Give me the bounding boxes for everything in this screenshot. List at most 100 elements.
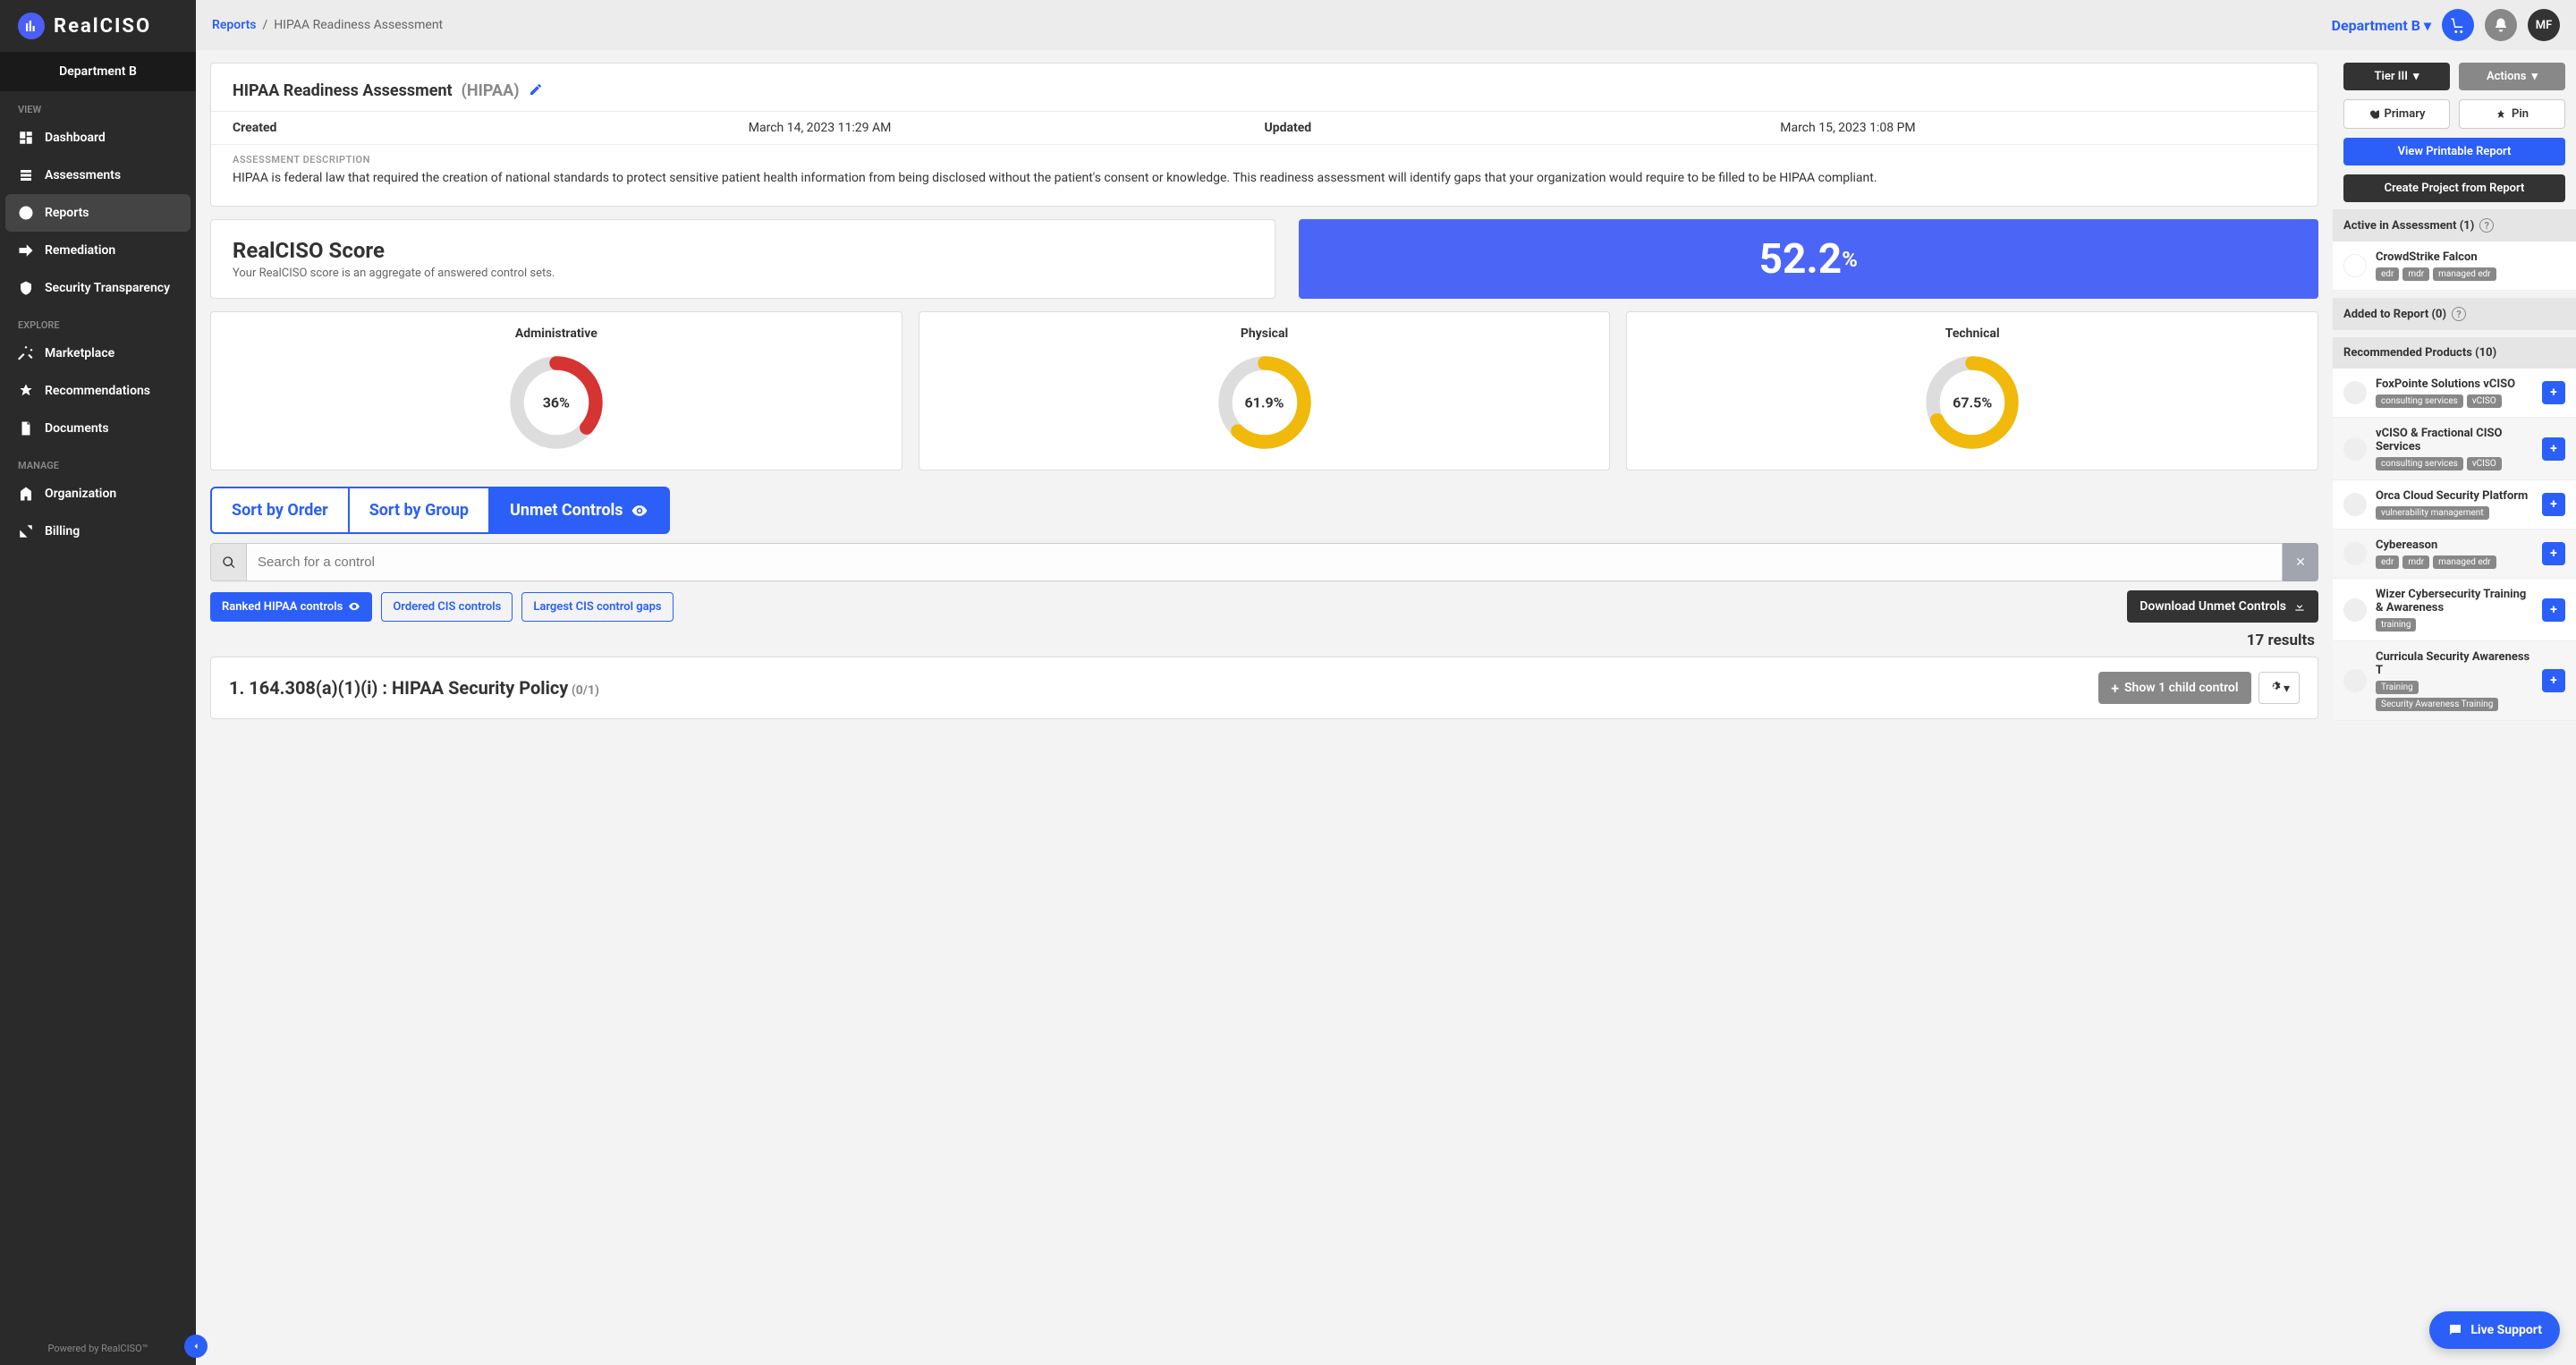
active-product-item[interactable]: CrowdStrike Falcon edrmdrmanaged edr bbox=[2333, 242, 2576, 291]
nav-security-transparency-icon bbox=[18, 280, 34, 296]
nav-remediation[interactable]: Remediation bbox=[0, 232, 196, 269]
tab-unmet-controls[interactable]: Unmet Controls bbox=[490, 487, 669, 534]
product-tag: edr bbox=[2376, 267, 2399, 281]
clear-search-button[interactable]: ✕ bbox=[2283, 543, 2318, 581]
score-title-card: RealCISO Score Your RealCISO score is an… bbox=[210, 219, 1275, 299]
assessment-title: HIPAA Readiness Assessment bbox=[233, 81, 453, 100]
nav-recommendations-icon bbox=[18, 383, 34, 399]
view-printable-button[interactable]: View Printable Report bbox=[2343, 138, 2565, 165]
nav-dashboard-icon bbox=[18, 130, 34, 146]
nav-recommendations[interactable]: Recommendations bbox=[0, 372, 196, 410]
recommended-product-item[interactable]: Wizer Cybersecurity Training & Awareness… bbox=[2333, 579, 2576, 641]
active-in-assessment-header: Active in Assessment (1) ? bbox=[2333, 209, 2576, 242]
product-tag: vulnerability management bbox=[2376, 506, 2489, 520]
nav-organization-icon bbox=[18, 486, 34, 502]
product-name: Orca Cloud Security Platform bbox=[2376, 489, 2533, 503]
cart-button[interactable] bbox=[2442, 9, 2474, 41]
notifications-button[interactable] bbox=[2485, 9, 2517, 41]
product-tag: consulting services bbox=[2376, 457, 2463, 471]
search-input[interactable] bbox=[246, 543, 2283, 581]
help-icon[interactable]: ? bbox=[2452, 307, 2466, 321]
description-label: ASSESSMENT DESCRIPTION bbox=[211, 144, 2318, 169]
content-area: HIPAA Readiness Assessment (HIPAA) Creat… bbox=[196, 50, 2333, 1365]
nav-marketplace-icon bbox=[18, 345, 34, 361]
nav-section-label: MANAGE bbox=[0, 447, 196, 475]
product-tag: Training bbox=[2376, 681, 2419, 694]
nav-dashboard[interactable]: Dashboard bbox=[0, 119, 196, 157]
product-tag: managed edr bbox=[2433, 555, 2496, 569]
score-subtitle: Your RealCISO score is an aggregate of a… bbox=[233, 267, 1253, 280]
add-product-button[interactable]: + bbox=[2542, 437, 2565, 461]
tab-sort-group[interactable]: Sort by Group bbox=[350, 487, 490, 534]
add-product-button[interactable]: + bbox=[2542, 669, 2565, 692]
nav-documents[interactable]: Documents bbox=[0, 410, 196, 447]
donut-card-physical: Physical 61.9% bbox=[919, 311, 1611, 471]
breadcrumb: Reports / HIPAA Readiness Assessment bbox=[212, 18, 443, 32]
actions-dropdown[interactable]: Actions ▾ bbox=[2459, 63, 2565, 90]
product-logo-icon bbox=[2343, 669, 2367, 692]
tier-dropdown[interactable]: Tier III ▾ bbox=[2343, 63, 2450, 90]
pill-ranked-hipaa[interactable]: Ranked HIPAA controls bbox=[210, 592, 372, 622]
nav-reports[interactable]: Reports bbox=[5, 194, 191, 232]
nav-item-label: Recommendations bbox=[45, 384, 150, 398]
control-search: ✕ bbox=[210, 543, 2318, 581]
product-name: FoxPointe Solutions vCISO bbox=[2376, 377, 2533, 391]
brand-name: RealCISO bbox=[54, 15, 151, 38]
sidebar-department: Department B bbox=[0, 52, 196, 91]
product-name: Cybereason bbox=[2376, 538, 2533, 552]
nav-marketplace[interactable]: Marketplace bbox=[0, 335, 196, 372]
add-product-button[interactable]: + bbox=[2542, 542, 2565, 565]
help-icon[interactable]: ? bbox=[2479, 218, 2494, 233]
added-to-report-header: Added to Report (0) ? bbox=[2333, 298, 2576, 330]
updated-value: March 15, 2023 1:08 PM bbox=[1780, 121, 1915, 135]
tenant-dropdown[interactable]: Department B ▾ bbox=[2332, 17, 2431, 34]
add-product-button[interactable]: + bbox=[2542, 381, 2565, 404]
right-panel: Tier III ▾ Actions ▾ Primary Pin Vi bbox=[2333, 50, 2576, 1365]
recommended-product-item[interactable]: FoxPointe Solutions vCISO consulting ser… bbox=[2333, 369, 2576, 418]
score-value-card: 52.2 % bbox=[1299, 219, 2319, 299]
pill-largest-cis[interactable]: Largest CIS control gaps bbox=[521, 592, 673, 622]
nav-item-label: Documents bbox=[45, 421, 109, 436]
nav-item-label: Reports bbox=[45, 206, 89, 220]
add-product-button[interactable]: + bbox=[2542, 493, 2565, 516]
tab-sort-order[interactable]: Sort by Order bbox=[210, 487, 350, 534]
breadcrumb-root[interactable]: Reports bbox=[212, 18, 257, 32]
brand-logo[interactable]: RealCISO bbox=[0, 0, 196, 52]
product-name: Wizer Cybersecurity Training & Awareness bbox=[2376, 588, 2533, 615]
product-tag: edr bbox=[2376, 555, 2399, 569]
product-tag: vCISO bbox=[2467, 394, 2502, 408]
download-unmet-button[interactable]: Download Unmet Controls bbox=[2127, 590, 2318, 623]
nav-organization[interactable]: Organization bbox=[0, 475, 196, 513]
show-child-button[interactable]: + Show 1 child control bbox=[2098, 672, 2250, 704]
add-product-button[interactable]: + bbox=[2542, 598, 2565, 622]
user-avatar[interactable]: MF bbox=[2528, 9, 2560, 41]
create-project-button[interactable]: Create Project from Report bbox=[2343, 174, 2565, 202]
primary-button[interactable]: Primary bbox=[2343, 99, 2450, 129]
product-name: Curricula Security Awareness T bbox=[2376, 650, 2533, 677]
nav-item-label: Organization bbox=[45, 487, 116, 501]
edit-title-button[interactable] bbox=[529, 82, 543, 100]
recommended-product-item[interactable]: Cybereason edrmdr managed edr + bbox=[2333, 530, 2576, 579]
score-percent: % bbox=[1842, 247, 1858, 272]
brand-logo-icon bbox=[18, 13, 45, 39]
control-title: 1. 164.308(a)(1)(i) : HIPAA Security Pol… bbox=[229, 677, 568, 699]
recommended-product-item[interactable]: Orca Cloud Security Platform vulnerabili… bbox=[2333, 480, 2576, 530]
pill-ordered-cis[interactable]: Ordered CIS controls bbox=[381, 592, 513, 622]
control-gear-button[interactable]: ▾ bbox=[2258, 672, 2301, 704]
product-logo-icon bbox=[2343, 254, 2367, 277]
product-tag: mdr bbox=[2402, 555, 2429, 569]
nav-remediation-icon bbox=[18, 242, 34, 259]
nav-item-label: Security Transparency bbox=[45, 281, 170, 295]
nav-item-label: Remediation bbox=[45, 243, 115, 258]
nav-billing[interactable]: Billing bbox=[0, 513, 196, 550]
product-tag: training bbox=[2376, 618, 2416, 632]
nav-billing-icon bbox=[18, 523, 34, 539]
nav-security-transparency[interactable]: Security Transparency bbox=[0, 269, 196, 307]
recommended-product-item[interactable]: Curricula Security Awareness T TrainingS… bbox=[2333, 641, 2576, 721]
nav-assessments[interactable]: Assessments bbox=[0, 157, 196, 194]
created-value: March 14, 2023 11:29 AM bbox=[749, 121, 892, 135]
live-support-button[interactable]: Live Support bbox=[2429, 1311, 2560, 1349]
pin-button[interactable]: Pin bbox=[2459, 99, 2565, 129]
sidebar-collapse-button[interactable] bbox=[184, 1335, 208, 1358]
recommended-product-item[interactable]: vCISO & Fractional CISO Services consult… bbox=[2333, 418, 2576, 480]
